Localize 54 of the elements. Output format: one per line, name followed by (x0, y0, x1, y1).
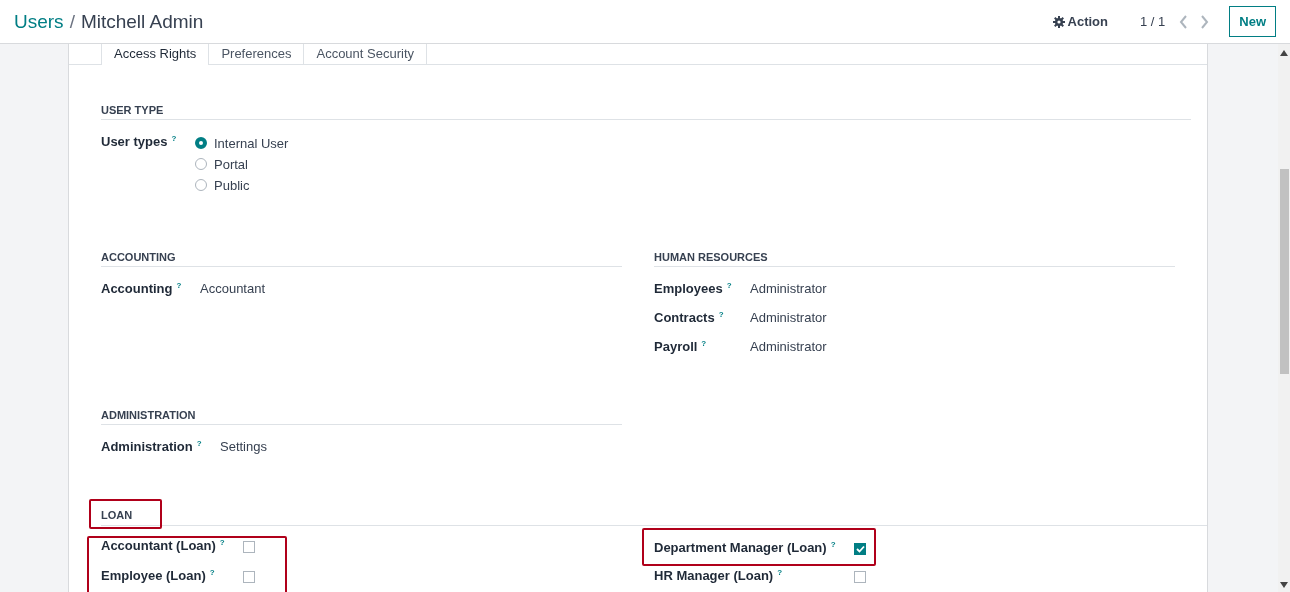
field-label: Employees (654, 281, 723, 297)
help-tooltip[interactable]: ? (830, 540, 836, 549)
scroll-up-icon[interactable] (1280, 50, 1288, 56)
pager-counter: 1 / 1 (1139, 14, 1166, 29)
help-tooltip[interactable]: ? (718, 310, 724, 319)
checkbox[interactable] (854, 571, 866, 583)
scrollbar[interactable] (1278, 44, 1290, 592)
section-title: HUMAN RESOURCES (654, 251, 768, 263)
field-value[interactable]: Administrator (750, 339, 827, 354)
record-title: Mitchell Admin (80, 10, 204, 33)
field-label: Accountant (Loan) (101, 538, 216, 554)
help-tooltip[interactable]: ? (176, 281, 182, 290)
field-label: HR Manager (Loan) (654, 568, 774, 584)
field-value[interactable]: Accountant (200, 281, 266, 296)
help-tooltip[interactable]: ? (701, 339, 707, 348)
field-label: Department Manager (Loan) (654, 540, 827, 556)
next-icon[interactable] (1200, 14, 1210, 29)
tab[interactable]: Preferences (209, 44, 305, 64)
radio-button[interactable] (195, 137, 207, 149)
scrollbar-thumb[interactable] (1279, 169, 1289, 374)
help-tooltip[interactable]: ? (726, 281, 732, 290)
radio-label[interactable]: Public (214, 177, 250, 193)
help-tooltip[interactable]: ? (209, 568, 215, 577)
help-tooltip[interactable]: ? (171, 134, 177, 143)
breadcrumb-separator: / (69, 10, 75, 33)
field-label: Payroll (654, 339, 698, 355)
checkbox[interactable] (243, 571, 255, 583)
field-label: Administration (101, 439, 193, 455)
help-tooltip[interactable]: ? (219, 538, 225, 547)
action-button[interactable]: Action (1050, 10, 1110, 33)
tab[interactable]: Account Security (304, 44, 427, 64)
checkbox[interactable] (854, 543, 866, 555)
field-value[interactable]: Administrator (750, 281, 827, 296)
field-label: Employee (Loan) (101, 568, 206, 584)
section-title: ACCOUNTING (101, 251, 176, 263)
field-label: Contracts (654, 310, 715, 326)
radio-label[interactable]: Internal User (214, 135, 289, 151)
new-button[interactable]: New (1229, 6, 1276, 37)
section-title: ADMINISTRATION (101, 409, 196, 421)
tab[interactable]: Access Rights (101, 44, 210, 65)
help-tooltip[interactable]: ? (777, 568, 783, 577)
settings-icon (1052, 15, 1065, 28)
section-title: USER TYPE (101, 104, 164, 116)
breadcrumb-link[interactable]: Users (14, 10, 64, 33)
checkbox[interactable] (243, 541, 255, 553)
field-value[interactable]: Administrator (750, 310, 827, 325)
field-label: Accounting (101, 281, 173, 297)
scroll-down-icon[interactable] (1280, 582, 1288, 588)
section-title: LOAN (89, 499, 163, 529)
field-value[interactable]: Settings (220, 439, 267, 454)
previous-icon[interactable] (1179, 14, 1189, 29)
help-tooltip[interactable]: ? (196, 439, 202, 448)
radio-label[interactable]: Portal (214, 156, 248, 172)
field-label: User types (101, 134, 168, 150)
